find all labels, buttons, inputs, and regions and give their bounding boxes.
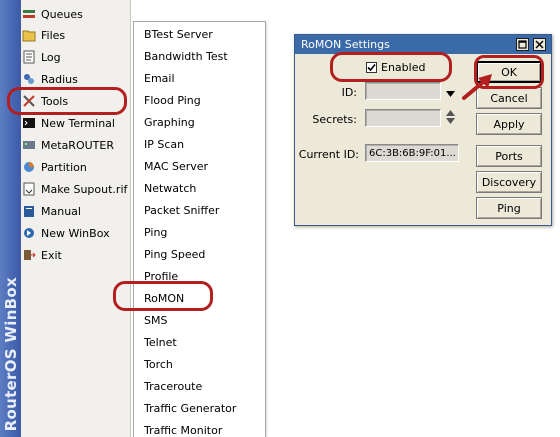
current-id-label: Current ID:	[298, 148, 359, 161]
main-menu: Queues Files Log Radius Tools New Termin…	[21, 0, 131, 437]
dialog-titlebar[interactable]: RoMON Settings	[295, 35, 551, 54]
menu-item-new-terminal[interactable]: New Terminal	[21, 112, 131, 134]
submenu-item-mac-server[interactable]: MAC Server	[144, 155, 262, 177]
submenu-item-graphing[interactable]: Graphing	[144, 111, 262, 133]
log-icon	[21, 49, 37, 65]
menu-item-queues[interactable]: Queues	[21, 3, 131, 25]
romon-settings-dialog: RoMON Settings Enabled ID: Secrets: Curr…	[294, 34, 552, 226]
menu-item-label: Radius	[41, 72, 78, 86]
brand-text: RouterOS WinBox	[2, 276, 20, 431]
menu-item-new-winbox[interactable]: New WinBox	[21, 222, 131, 244]
menu-item-log[interactable]: Log	[21, 46, 131, 68]
submenu-item-bandwidth-test[interactable]: Bandwidth Test	[144, 45, 262, 67]
submenu-item-email[interactable]: Email	[144, 67, 262, 89]
menu-item-label: Queues	[41, 7, 83, 21]
maximize-icon[interactable]	[516, 38, 529, 51]
id-dropdown-icon[interactable]	[446, 87, 455, 100]
enabled-checkbox-row[interactable]: Enabled	[366, 61, 425, 74]
partition-icon	[21, 159, 37, 175]
submenu-item-netwatch[interactable]: Netwatch	[144, 177, 262, 199]
submenu-item-profile[interactable]: Profile	[144, 265, 262, 287]
submenu-item-flood-ping[interactable]: Flood Ping	[144, 89, 262, 111]
terminal-icon	[21, 115, 37, 131]
exit-icon	[21, 247, 37, 263]
files-icon	[21, 27, 37, 43]
submenu-item-ping-speed[interactable]: Ping Speed	[144, 243, 262, 265]
submenu-item-btest-server[interactable]: BTest Server	[144, 23, 262, 45]
menu-item-files[interactable]: Files	[21, 24, 131, 46]
menu-item-label: Manual	[41, 204, 81, 218]
id-field[interactable]	[365, 82, 441, 100]
ports-button[interactable]: Ports	[476, 145, 542, 167]
menu-item-label: Files	[41, 28, 66, 42]
submenu-item-romon[interactable]: RoMON	[144, 287, 262, 309]
secrets-label: Secrets:	[312, 113, 357, 126]
radius-icon	[21, 71, 37, 87]
id-label: ID:	[341, 86, 357, 99]
queues-icon	[21, 6, 37, 22]
menu-item-label: MetaROUTER	[41, 138, 114, 152]
submenu-item-traffic-generator[interactable]: Traffic Generator	[144, 397, 262, 419]
submenu-item-traffic-monitor[interactable]: Traffic Monitor	[144, 419, 262, 437]
menu-item-metarouter[interactable]: MetaROUTER	[21, 134, 131, 156]
menu-item-radius[interactable]: Radius	[21, 68, 131, 90]
apply-button[interactable]: Apply	[476, 113, 542, 135]
discovery-button[interactable]: Discovery	[476, 171, 542, 193]
menu-item-exit[interactable]: Exit	[21, 244, 131, 266]
menu-item-label: Tools	[41, 94, 69, 108]
enabled-label: Enabled	[381, 61, 426, 74]
pointer-arrow-icon	[462, 74, 492, 100]
menu-item-label: Log	[41, 50, 61, 64]
secrets-field[interactable]	[365, 109, 441, 127]
secrets-spinner-icon[interactable]	[446, 110, 455, 127]
close-icon[interactable]	[533, 38, 546, 51]
metarouter-icon	[21, 137, 37, 153]
menu-item-label: New Terminal	[41, 116, 115, 130]
menu-item-label: Make Supout.rif	[41, 182, 128, 196]
submenu-item-torch[interactable]: Torch	[144, 353, 262, 375]
manual-icon	[21, 203, 37, 219]
menu-item-manual[interactable]: Manual	[21, 200, 131, 222]
ping-button[interactable]: Ping	[476, 197, 542, 219]
supout-icon	[21, 181, 37, 197]
menu-item-tools[interactable]: Tools	[21, 90, 131, 112]
menu-item-make-supout[interactable]: Make Supout.rif	[21, 178, 131, 200]
submenu-item-telnet[interactable]: Telnet	[144, 331, 262, 353]
menu-item-label: New WinBox	[41, 226, 110, 240]
current-id-field: 6C:3B:6B:9F:01...	[365, 144, 459, 162]
menu-item-label: Partition	[41, 160, 87, 174]
brand-strip: RouterOS WinBox	[0, 0, 21, 437]
dialog-title: RoMON Settings	[301, 38, 390, 51]
submenu-item-ip-scan[interactable]: IP Scan	[144, 133, 262, 155]
menu-item-partition[interactable]: Partition	[21, 156, 131, 178]
submenu-item-packet-sniffer[interactable]: Packet Sniffer	[144, 199, 262, 221]
enabled-checkbox[interactable]	[366, 62, 377, 73]
tools-icon	[21, 93, 37, 109]
submenu-item-sms[interactable]: SMS	[144, 309, 262, 331]
menu-item-label: Exit	[41, 248, 62, 262]
submenu-item-ping[interactable]: Ping	[144, 221, 262, 243]
winbox-icon	[21, 225, 37, 241]
submenu-item-traceroute[interactable]: Traceroute	[144, 375, 262, 397]
tools-submenu: BTest Server Bandwidth Test Email Flood …	[133, 21, 266, 437]
